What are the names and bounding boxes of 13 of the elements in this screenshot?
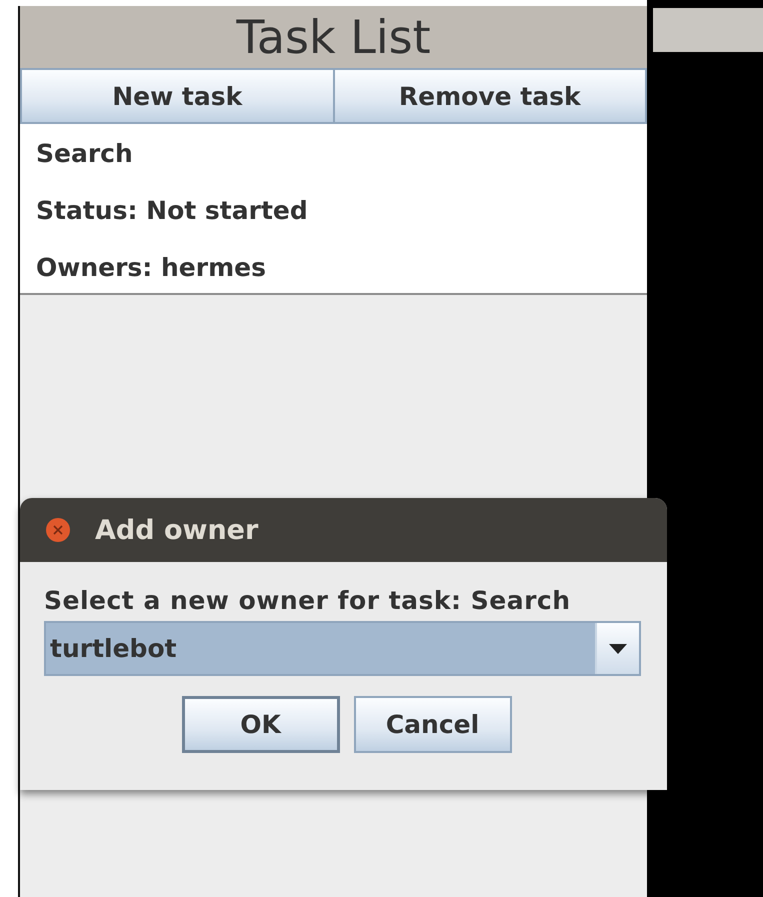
close-icon[interactable]	[45, 517, 71, 543]
prompt-text: Select a new owner for task: Search	[44, 586, 572, 615]
owner-dropdown[interactable]: turtlebot	[44, 621, 641, 676]
caret-icon	[609, 644, 627, 654]
dialog-button[interactable]: OK	[182, 696, 340, 753]
task-detail-text[interactable]: Search	[36, 138, 647, 169]
toolbar-button[interactable]: New task	[20, 68, 334, 124]
dialog-button[interactable]: Cancel	[354, 696, 512, 753]
task-detail-text[interactable]: Owners: hermes	[36, 252, 647, 283]
window-title: Task List	[20, 6, 647, 68]
task-detail-text[interactable]: Status: Not started	[36, 195, 647, 226]
toolbar-button[interactable]: Remove task	[334, 68, 647, 124]
dialog-title: Add owner	[95, 514, 258, 546]
